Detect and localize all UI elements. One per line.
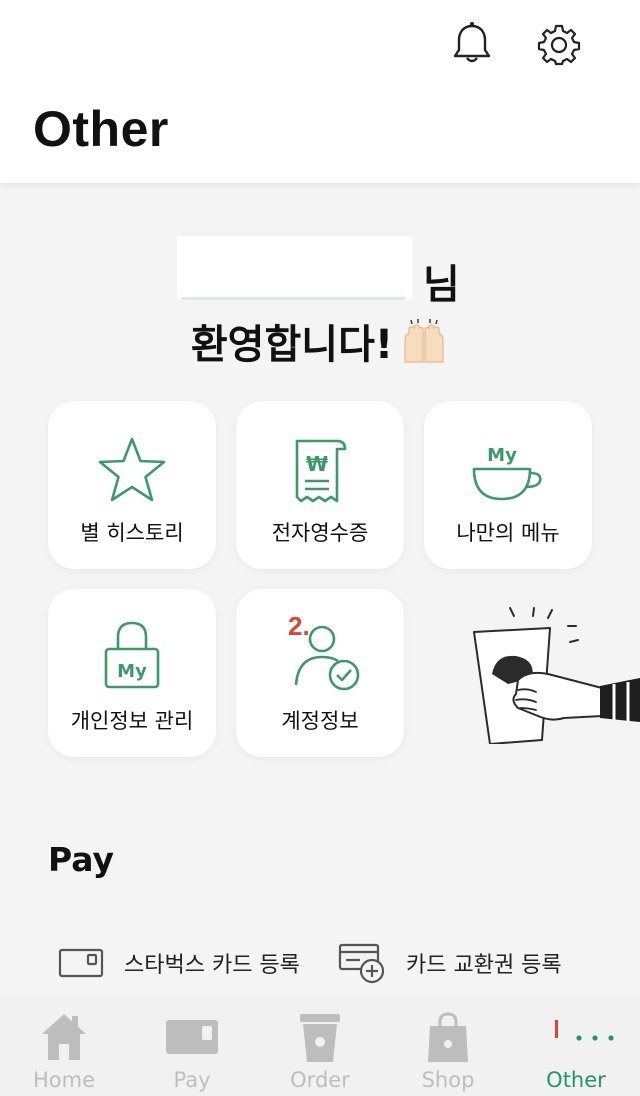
register-card-voucher[interactable]: 카드 교환권 등록 — [338, 938, 562, 988]
bottom-navigation: Home Pay Order Shop Other — [0, 996, 640, 1096]
lock-icon: My — [104, 621, 160, 689]
tile-label: 전자영수증 — [271, 521, 369, 545]
register-starbucks-card[interactable]: 스타벅스 카드 등록 — [58, 938, 300, 988]
nav-order[interactable]: Order — [256, 996, 384, 1096]
tile-label: 계정정보 — [281, 709, 359, 733]
tile-label: 개인정보 관리 — [70, 709, 194, 733]
nav-label: Order — [290, 1068, 350, 1092]
bell-icon[interactable] — [449, 20, 495, 66]
hand-holding-cup-illustration — [473, 607, 640, 744]
nav-pay[interactable]: Pay — [128, 996, 256, 1096]
pay-item-label: 스타벅스 카드 등록 — [124, 953, 300, 978]
welcome-section: 님 환영합니다! — [0, 232, 640, 368]
my-cup-text: My — [487, 445, 517, 466]
tile-personal-info[interactable]: My 개인정보 관리 — [48, 589, 216, 757]
page-title: Other — [33, 101, 169, 157]
nav-label: Home — [32, 1068, 95, 1092]
nav-label: Other — [546, 1068, 606, 1092]
bag-icon — [428, 1012, 468, 1062]
tile-e-receipt[interactable]: ₩ 전자영수증 — [236, 401, 404, 569]
account-badge: 2. — [288, 611, 310, 641]
pay-item-label: 카드 교환권 등록 — [406, 953, 562, 978]
receipt-icon: ₩ — [295, 439, 347, 503]
tile-star-history[interactable]: 별 히스토리 — [48, 401, 216, 569]
nav-home[interactable]: Home — [0, 996, 128, 1096]
tile-label: 나만의 메뉴 — [456, 521, 560, 545]
tile-my-menu[interactable]: My 나만의 메뉴 — [424, 401, 592, 569]
receipt-won-symbol: ₩ — [306, 452, 328, 476]
lock-my-text: My — [117, 661, 147, 682]
user-name-redacted — [177, 236, 413, 300]
nav-label: Shop — [421, 1068, 475, 1092]
card-icon — [58, 948, 104, 978]
my-cup-icon: My — [472, 445, 542, 501]
cup-icon — [300, 1014, 340, 1062]
raised-hands-icon — [404, 319, 444, 363]
welcome-greeting: 환영합니다! — [0, 312, 640, 370]
account-icon: 2. — [288, 611, 360, 691]
gear-icon[interactable] — [537, 22, 581, 66]
nav-other[interactable]: Other — [512, 996, 640, 1096]
home-icon — [42, 1014, 86, 1060]
tile-label: 별 히스토리 — [80, 521, 184, 545]
name-suffix: 님 — [423, 262, 460, 308]
app-header: Other — [0, 0, 640, 183]
greeting-text: 환영합니다! — [190, 322, 394, 368]
pay-section-title: Pay — [48, 840, 115, 879]
nav-label: Pay — [173, 1068, 211, 1092]
nav-shop[interactable]: Shop — [384, 996, 512, 1096]
tile-account-info[interactable]: 2. 계정정보 — [236, 589, 404, 757]
star-icon — [98, 437, 166, 502]
pay-card-icon — [166, 1020, 218, 1054]
card-add-icon — [338, 943, 385, 984]
more-dots-icon — [555, 1020, 614, 1041]
user-name-row: 님 — [0, 232, 640, 308]
